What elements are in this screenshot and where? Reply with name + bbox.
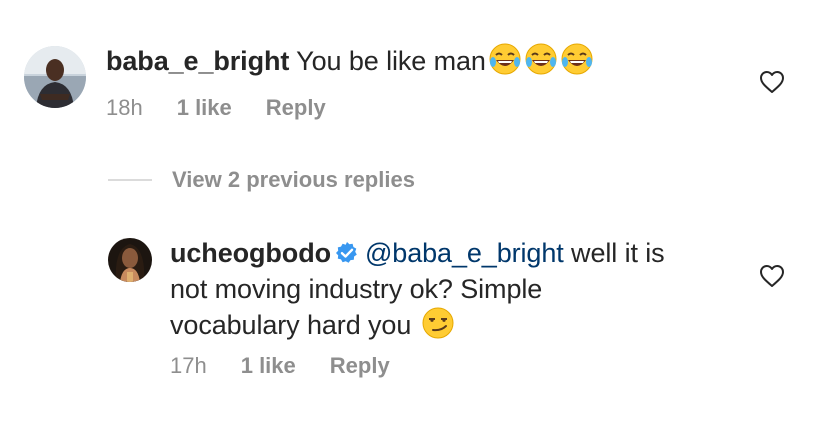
reply-body-line3: vocabulary hard you	[170, 310, 412, 340]
comment-meta: 18h 1 like Reply	[106, 95, 326, 121]
reply-text: ucheogbodo @baba_e_bright well it is not…	[170, 237, 770, 348]
mention-link[interactable]: @baba_e_bright	[365, 238, 564, 268]
verified-badge-icon	[335, 240, 359, 273]
reply-body-line1: well it is	[563, 238, 665, 268]
heart-icon[interactable]	[759, 264, 785, 288]
view-previous-replies[interactable]: View 2 previous replies	[108, 166, 415, 194]
smirking-face-icon	[421, 306, 455, 348]
face-with-tears-of-joy-icon	[488, 42, 522, 84]
reply-time: 17h	[170, 353, 207, 378]
reply-meta: 17h 1 like Reply	[170, 353, 390, 379]
face-with-tears-of-joy-icon	[560, 42, 594, 84]
view-replies-label[interactable]: View 2 previous replies	[172, 167, 415, 193]
avatar-baba-e-bright[interactable]	[24, 46, 86, 108]
comment-likes[interactable]: 1 like	[177, 95, 232, 121]
face-with-tears-of-joy-icon	[524, 42, 558, 84]
replies-divider	[108, 179, 152, 181]
heart-icon[interactable]	[759, 70, 785, 94]
reply-reply-button[interactable]: Reply	[330, 353, 390, 379]
comment-username[interactable]: baba_e_bright	[106, 46, 289, 76]
avatar-ucheogbodo[interactable]	[108, 238, 152, 282]
reply-username[interactable]: ucheogbodo	[170, 238, 331, 268]
comment-time: 18h	[106, 95, 143, 120]
reply-body-line2: not moving industry ok? Simple	[170, 274, 543, 304]
comment-reply-button[interactable]: Reply	[266, 95, 326, 121]
comment-text: baba_e_bright You be like man	[106, 42, 594, 84]
reply-likes[interactable]: 1 like	[241, 353, 296, 379]
comment-body: You be like man	[296, 46, 486, 76]
